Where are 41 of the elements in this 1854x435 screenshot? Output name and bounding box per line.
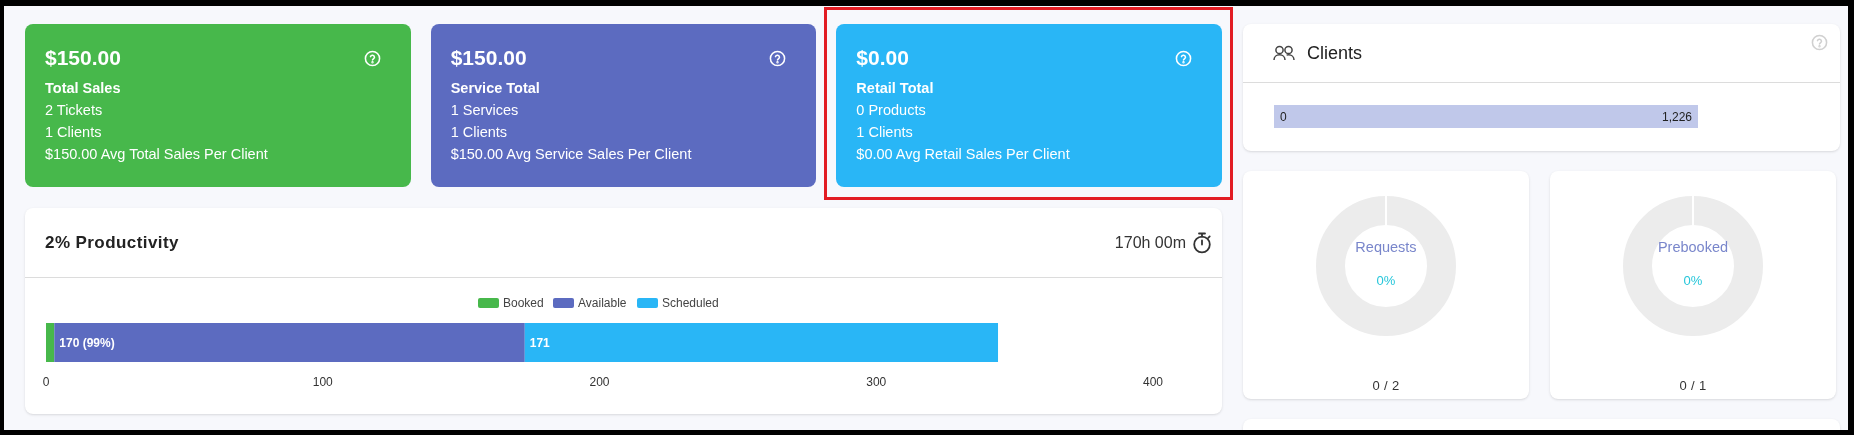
axis-tick-label: 300 (866, 375, 887, 389)
summary-title: Service Total (450, 79, 541, 98)
legend-label: Scheduled (662, 296, 719, 310)
donut-percent: 0% (1683, 272, 1703, 291)
range-max: 1,226 (1661, 108, 1692, 126)
summary-title: Total Sales (45, 79, 122, 98)
summary-value: $0.00 (856, 45, 909, 72)
axis-tick-label: 100 (312, 375, 333, 389)
summary-value: $150.00 (450, 45, 527, 72)
summary-line: $0.00 Avg Retail Sales Per Client (856, 145, 1071, 164)
card-title: Clients (1307, 41, 1363, 65)
donut-total: 0 / 2 (1372, 377, 1400, 395)
axis-tick-label: 200 (589, 375, 610, 389)
axis-tick-label: 400 (1143, 375, 1163, 389)
donut-label: Prebooked (1657, 238, 1729, 258)
range-min: 0 (1280, 108, 1287, 126)
legend-label: Available (578, 296, 627, 310)
duration-text: 170h 00m (1114, 232, 1186, 253)
legend-swatch[interactable] (553, 298, 574, 308)
bar-value-label: 171 (529, 336, 550, 350)
legend-label: Booked (503, 296, 544, 310)
summary-line: 1 Clients (450, 123, 509, 142)
summary-title: Retail Total (856, 79, 935, 98)
summary-line: $150.00 Avg Total Sales Per Client (45, 145, 269, 164)
people-icon (1273, 45, 1295, 61)
legend-swatch[interactable] (637, 298, 658, 308)
summary-line: 1 Clients (856, 123, 914, 142)
axis-tick-label: 0 (42, 375, 50, 389)
summary-line: $150.00 Avg Service Sales Per Client (450, 145, 693, 164)
summary-line: 1 Services (450, 101, 520, 120)
bar-value-label: 170 (99%) (59, 336, 115, 350)
summary-line: 1 Clients (45, 123, 103, 142)
legend-swatch[interactable] (478, 298, 499, 308)
donut-percent: 0% (1376, 272, 1396, 291)
donut-total: 0 / 1 (1679, 377, 1707, 395)
summary-line: 2 Tickets (45, 101, 104, 120)
summary-line: 0 Products (856, 101, 927, 120)
donut-label: Requests (1355, 238, 1417, 258)
summary-value: $150.00 (45, 45, 121, 72)
stopwatch-icon (1192, 231, 1212, 254)
card-title: 2% Productivity (45, 231, 179, 254)
